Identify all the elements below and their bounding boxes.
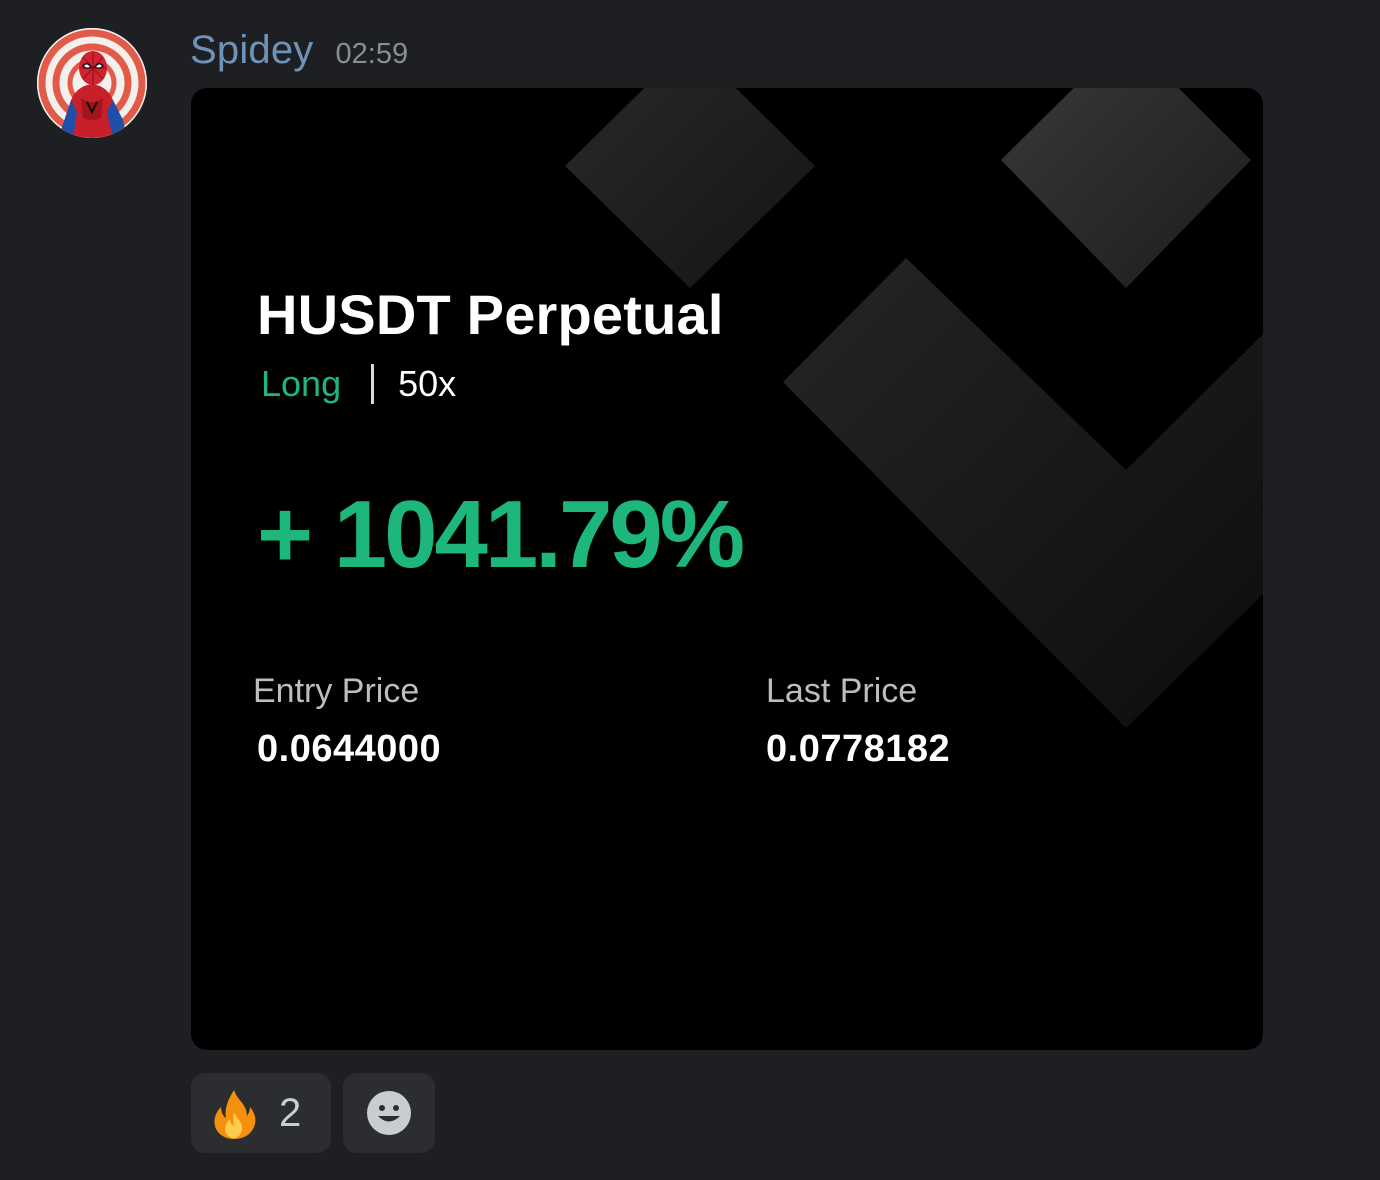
entry-price-value: 0.0644000	[257, 728, 442, 770]
card-title: HUSDT Perpetual	[257, 283, 724, 346]
entry-price-label: Entry Price	[253, 672, 420, 710]
pnl-card-image[interactable]: HUSDT Perpetual Long 50x + 1041.79% Entr…	[191, 88, 1263, 1050]
spiderman-avatar-icon	[37, 28, 147, 138]
timestamp: 02:59	[335, 38, 409, 70]
add-reaction-icon	[367, 1091, 411, 1135]
position-info: Long 50x	[261, 360, 456, 408]
roi-value: + 1041.79%	[257, 481, 745, 588]
avatar[interactable]	[37, 28, 147, 138]
separator	[371, 364, 375, 404]
chat-message: Spidey 02:59 HUSDT Perpetual Long 50x + …	[0, 0, 1380, 1180]
leverage: 50x	[398, 363, 457, 404]
last-price-value: 0.0778182	[766, 728, 951, 770]
fire-icon	[214, 1090, 256, 1139]
username[interactable]: Spidey	[190, 28, 314, 73]
fire-reaction-button[interactable]: 2	[191, 1073, 331, 1153]
last-price-label: Last Price	[766, 672, 918, 710]
message-header: Spidey 02:59	[190, 28, 408, 78]
position-side: Long	[261, 363, 342, 404]
add-reaction-button[interactable]	[343, 1073, 435, 1153]
reactions-bar: 2	[191, 1073, 435, 1153]
reaction-count: 2	[279, 1090, 302, 1135]
